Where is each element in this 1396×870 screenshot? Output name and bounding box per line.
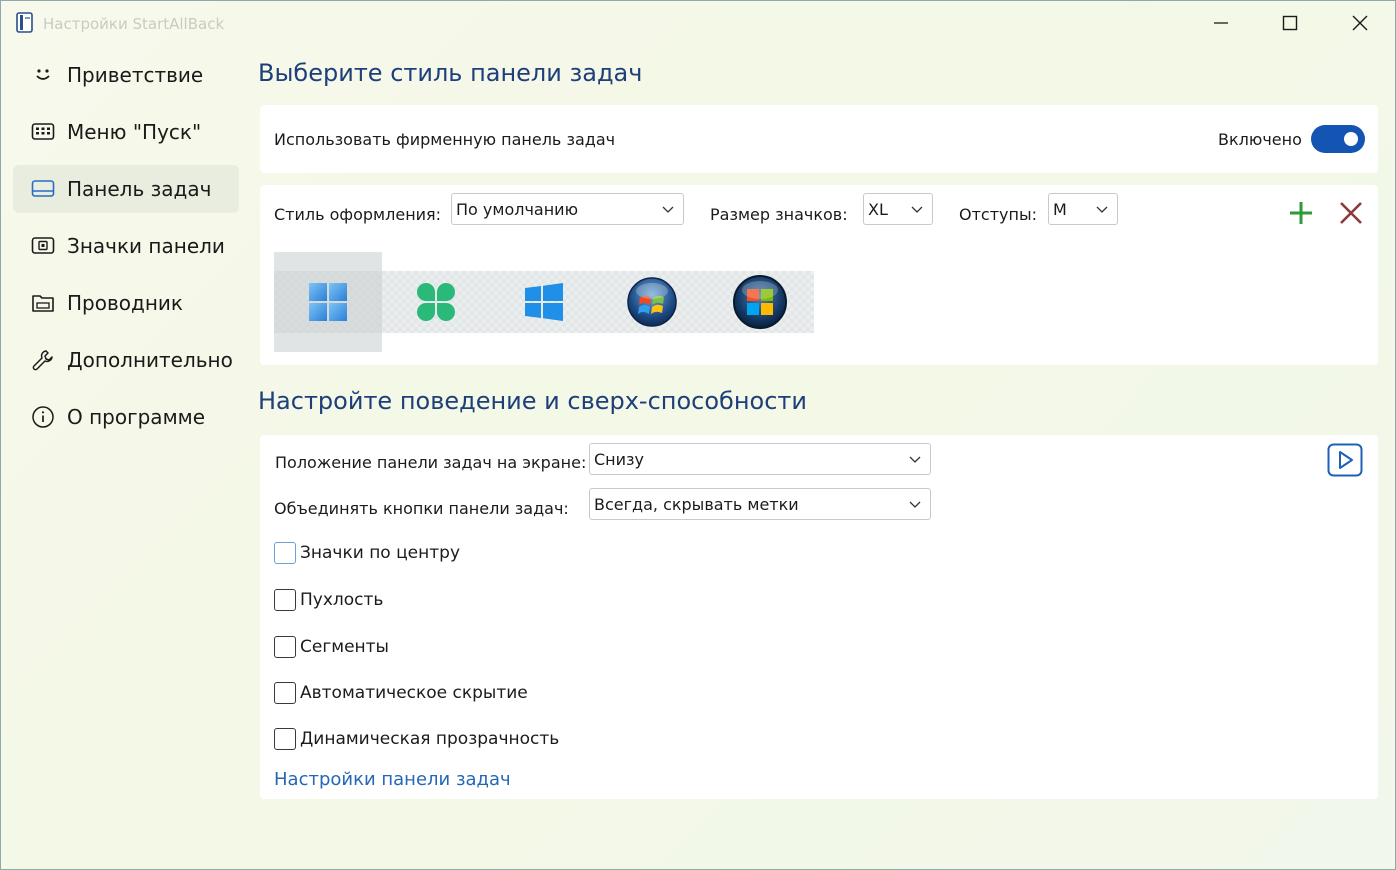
- play-video-icon: [1327, 443, 1363, 477]
- sidebar: Приветствие Меню "Пуск" Панель задач Зна…: [13, 51, 239, 450]
- padding-label: Отступы:: [959, 205, 1037, 224]
- tray-icons-icon: [31, 234, 55, 258]
- sidebar-item-explorer[interactable]: Проводник: [13, 279, 239, 327]
- app-window: Настройки StartAllBack Приветствие Меню …: [0, 0, 1396, 870]
- chevron-down-icon: [1096, 206, 1108, 213]
- section-title-behavior: Настройте поведение и сверх-способности: [258, 387, 807, 415]
- sidebar-item-label: Проводник: [67, 291, 183, 315]
- icon-size-label: Размер значков:: [710, 205, 848, 224]
- style-dropdown[interactable]: По умолчанию: [451, 193, 684, 225]
- taskbar-icon: [31, 177, 55, 201]
- taskbar-style-card: Стиль оформления: По умолчанию Размер зн…: [260, 185, 1378, 365]
- checkbox-row-autohide[interactable]: Автоматическое скрытие: [274, 680, 528, 706]
- title-bar[interactable]: Настройки StartAllBack: [1, 1, 1395, 45]
- sidebar-item-label: Дополнительно: [67, 348, 233, 372]
- window-title: Настройки StartAllBack: [43, 15, 225, 33]
- chevron-down-icon: [662, 206, 674, 213]
- style-option-windows10[interactable]: [490, 252, 598, 352]
- video-help-button[interactable]: [1327, 443, 1363, 477]
- taskbar-settings-link[interactable]: Настройки панели задач: [274, 769, 511, 790]
- icon-size-dropdown[interactable]: XL: [863, 193, 933, 225]
- chevron-down-icon: [909, 456, 921, 463]
- combine-buttons-value: Всегда, скрывать метки: [594, 494, 799, 514]
- sidebar-item-welcome[interactable]: Приветствие: [13, 51, 239, 99]
- windows7-orb-icon: [627, 277, 677, 327]
- plus-icon: [1290, 202, 1312, 224]
- segments-checkbox[interactable]: [274, 636, 296, 658]
- wrench-icon: [31, 348, 55, 372]
- checkbox-row-center-icons[interactable]: Значки по центру: [274, 540, 460, 566]
- sidebar-item-label: Панель задач: [67, 177, 212, 201]
- style-option-clover[interactable]: [382, 252, 490, 352]
- checkbox-row-segments[interactable]: Сегменты: [274, 634, 389, 660]
- behavior-card: Положение панели задач на экране: Снизу …: [260, 435, 1378, 799]
- position-value: Снизу: [594, 449, 645, 469]
- dynamic-transparency-checkbox[interactable]: [274, 728, 296, 750]
- sidebar-item-advanced[interactable]: Дополнительно: [13, 336, 239, 384]
- maximize-icon: [1282, 15, 1298, 31]
- padding-value: M: [1053, 199, 1067, 219]
- branded-taskbar-toggle[interactable]: [1311, 125, 1365, 153]
- sidebar-item-label: Меню "Пуск": [67, 120, 202, 144]
- app-icon: [16, 12, 33, 33]
- center-icons-label: Значки по центру: [300, 543, 461, 563]
- autohide-checkbox[interactable]: [274, 682, 296, 704]
- style-option-windows7[interactable]: [598, 252, 706, 352]
- style-dropdown-value: По умолчанию: [456, 199, 579, 219]
- smile-icon: [31, 63, 55, 87]
- checkbox-row-chubby[interactable]: Пухлость: [274, 587, 383, 613]
- dynamic-transparency-label: Динамическая прозрачность: [300, 729, 560, 749]
- minimize-button[interactable]: [1186, 1, 1256, 45]
- windows10-logo-icon: [525, 283, 563, 321]
- segments-label: Сегменты: [300, 637, 389, 657]
- clover-logo-icon: [417, 283, 455, 321]
- chubby-checkbox[interactable]: [274, 589, 296, 611]
- folder-icon: [31, 291, 55, 315]
- chevron-down-icon: [911, 206, 923, 213]
- chubby-label: Пухлость: [300, 590, 384, 610]
- remove-style-button[interactable]: [1335, 197, 1367, 229]
- info-icon: [31, 405, 55, 429]
- sidebar-item-start-menu[interactable]: Меню "Пуск": [13, 108, 239, 156]
- toggle-state-label: Включено: [1218, 130, 1302, 149]
- center-icons-checkbox[interactable]: [274, 542, 296, 564]
- sidebar-item-label: Значки панели: [67, 234, 225, 258]
- add-style-button[interactable]: [1285, 197, 1317, 229]
- position-dropdown[interactable]: Снизу: [589, 443, 931, 475]
- toggle-knob: [1344, 132, 1358, 146]
- sidebar-item-label: Приветствие: [67, 63, 204, 87]
- sidebar-item-about[interactable]: О программе: [13, 393, 239, 441]
- minimize-icon: [1214, 22, 1228, 24]
- windows-vista-orb-icon: [733, 275, 787, 329]
- cross-icon: [1340, 202, 1362, 224]
- windows11-logo-icon: [309, 283, 347, 321]
- style-option-windows11[interactable]: [274, 252, 382, 352]
- branded-taskbar-card: Использовать фирменную панель задач Вклю…: [260, 105, 1378, 173]
- padding-dropdown[interactable]: M: [1048, 193, 1118, 225]
- start-menu-icon: [31, 120, 55, 144]
- icon-size-value: XL: [868, 199, 888, 219]
- style-label: Стиль оформления:: [274, 205, 442, 224]
- position-label: Положение панели задач на экране:: [275, 453, 587, 472]
- combine-buttons-label: Объединять кнопки панели задач:: [274, 499, 569, 518]
- section-title-taskbar-style: Выберите стиль панели задач: [258, 59, 643, 87]
- sidebar-item-label: О программе: [67, 405, 206, 429]
- chevron-down-icon: [909, 501, 921, 508]
- autohide-label: Автоматическое скрытие: [300, 683, 528, 703]
- checkbox-row-dynamic-transparency[interactable]: Динамическая прозрачность: [274, 726, 559, 752]
- sidebar-item-tray-icons[interactable]: Значки панели: [13, 222, 239, 270]
- combine-buttons-dropdown[interactable]: Всегда, скрывать метки: [589, 488, 931, 520]
- close-button[interactable]: [1325, 1, 1395, 45]
- close-icon: [1352, 15, 1368, 31]
- sidebar-item-taskbar[interactable]: Панель задач: [13, 165, 239, 213]
- use-branded-taskbar-label: Использовать фирменную панель задач: [274, 130, 616, 149]
- style-option-vista[interactable]: [706, 252, 814, 352]
- maximize-button[interactable]: [1255, 1, 1325, 45]
